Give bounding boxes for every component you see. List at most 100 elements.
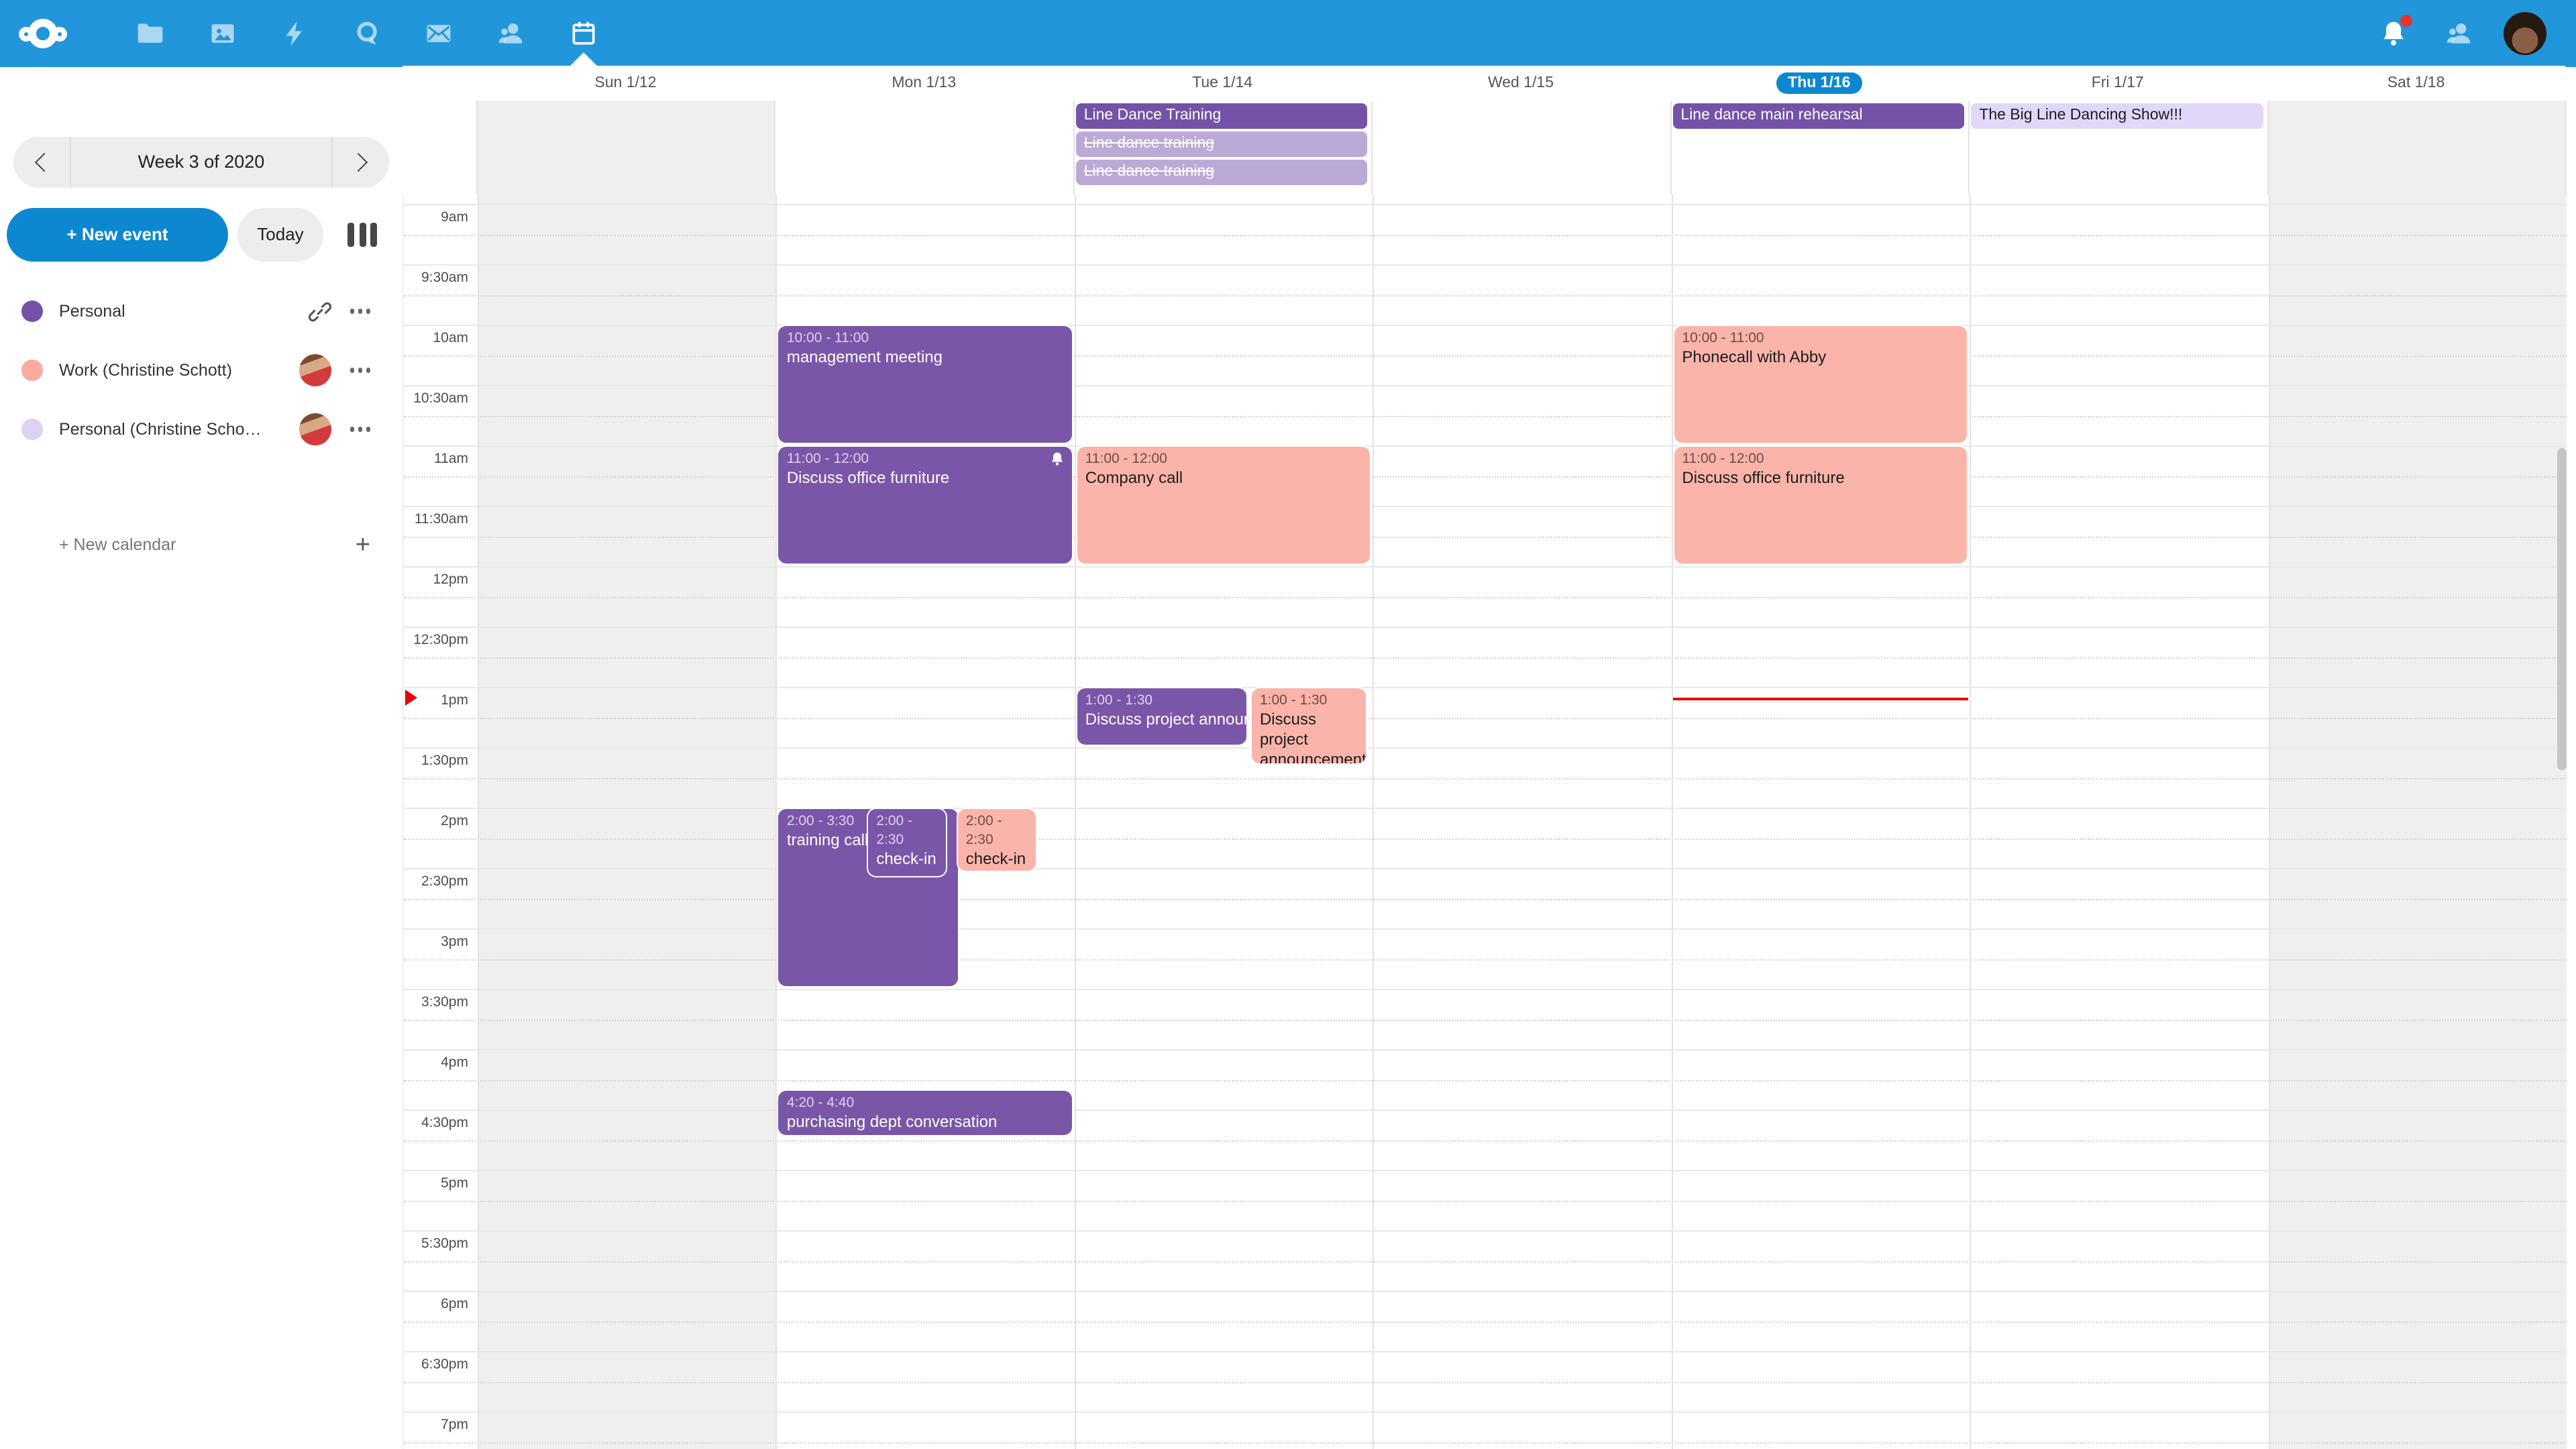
app-files-icon[interactable] xyxy=(136,19,165,48)
new-event-button[interactable]: + New event xyxy=(7,208,228,262)
calendar-color-dot xyxy=(21,360,43,381)
app-activity-icon[interactable] xyxy=(280,19,310,48)
active-app-pointer xyxy=(569,52,598,67)
time-label: 2pm xyxy=(404,813,468,829)
time-label: 9am xyxy=(404,209,468,225)
column-divider xyxy=(1073,101,1075,195)
day-column-tue[interactable] xyxy=(1075,195,1373,1449)
chevron-left-icon xyxy=(35,153,54,172)
time-label: 4:30pm xyxy=(404,1115,468,1131)
all-day-event[interactable]: Line Dance Training xyxy=(1076,103,1368,129)
day-header-thu[interactable]: Thu 1/16 xyxy=(1670,66,1968,101)
weekend-shading xyxy=(476,101,775,195)
time-label: 3:30pm xyxy=(404,994,468,1010)
event-time: 10:00 - 11:00 xyxy=(1682,329,1959,347)
event-time: 1:00 - 1:30 xyxy=(1260,691,1358,710)
column-divider xyxy=(476,101,478,195)
day-header-row: Sun 1/12Mon 1/13Tue 1/14Wed 1/15Thu 1/16… xyxy=(402,66,2565,102)
time-label: 4pm xyxy=(404,1055,468,1071)
shared-by-avatar xyxy=(299,354,331,386)
event[interactable]: 10:00 - 11:00management meeting xyxy=(779,326,1072,443)
event[interactable]: 11:00 - 12:00Discuss office furniture xyxy=(1674,447,1967,564)
day-column-wed[interactable] xyxy=(1373,195,1672,1449)
app-photos-icon[interactable] xyxy=(208,19,237,48)
calendar-list-item[interactable]: Personal (Christine Scho… xyxy=(0,400,402,459)
new-calendar-button[interactable]: + New calendar + xyxy=(0,518,402,572)
time-grid: 9am9:30am10am10:30am11am11:30am12pm12:30… xyxy=(402,195,2567,1449)
nextcloud-logo-icon[interactable] xyxy=(19,16,78,51)
event[interactable]: 4:20 - 4:40purchasing dept conversation xyxy=(779,1091,1072,1135)
event[interactable]: 11:00 - 12:00Discuss office furniture xyxy=(779,447,1072,564)
event-time: 10:00 - 11:00 xyxy=(787,329,1064,347)
all-day-row: Line Dance TrainingLine dance trainingLi… xyxy=(402,101,2565,197)
calendar-name: Work (Christine Schott) xyxy=(59,361,232,380)
day-header-sun[interactable]: Sun 1/12 xyxy=(476,66,775,101)
event[interactable]: 1:00 - 1:30Discuss project announcement xyxy=(1077,688,1246,745)
app-talk-icon[interactable] xyxy=(353,19,382,48)
time-label: 5pm xyxy=(404,1175,468,1191)
calendar-color-dot xyxy=(21,301,43,322)
time-label: 11am xyxy=(404,451,468,467)
all-day-event[interactable]: The Big Line Dancing Show!!! xyxy=(1971,103,2263,129)
share-link-icon[interactable] xyxy=(308,300,331,323)
current-time-arrow-icon xyxy=(405,689,417,705)
event[interactable]: 2:00 - 2:30check-in xyxy=(868,809,947,876)
user-avatar[interactable] xyxy=(2504,12,2546,55)
app-contacts-icon[interactable] xyxy=(496,19,526,48)
day-header-wed[interactable]: Wed 1/15 xyxy=(1372,66,1670,101)
weekend-shading xyxy=(2267,101,2565,195)
day-header-sat[interactable]: Sat 1/18 xyxy=(2267,66,2565,101)
day-header-tue[interactable]: Tue 1/14 xyxy=(1073,66,1372,101)
column-divider xyxy=(2267,101,2268,195)
time-label: 1:30pm xyxy=(404,753,468,769)
contacts-menu-icon[interactable] xyxy=(2445,19,2474,48)
calendar-item-actions xyxy=(308,295,370,327)
event-time: 11:00 - 12:00 xyxy=(1682,449,1959,468)
calendar-item-actions xyxy=(299,413,370,445)
day-header-fri[interactable]: Fri 1/17 xyxy=(1968,66,2267,101)
calendar-menu-button[interactable] xyxy=(350,354,370,386)
time-label: 6pm xyxy=(404,1296,468,1312)
day-column-sun[interactable] xyxy=(478,195,776,1449)
time-label: 11:30am xyxy=(404,511,468,527)
app-mail-icon[interactable] xyxy=(424,19,453,48)
time-label: 2:30pm xyxy=(404,873,468,890)
current-time-line xyxy=(1672,697,1968,700)
view-columns-icon[interactable] xyxy=(347,223,377,247)
time-label: 12:30pm xyxy=(404,632,468,648)
previous-week-button[interactable] xyxy=(13,137,70,188)
day-column-sat[interactable] xyxy=(2268,195,2567,1449)
event-title: Discuss project announcement xyxy=(1260,710,1358,763)
event-time: 11:00 - 12:00 xyxy=(1085,449,1362,468)
time-label: 6:30pm xyxy=(404,1356,468,1373)
new-calendar-label: + New calendar xyxy=(59,535,176,554)
event-title: Phonecall with Abby xyxy=(1682,347,1959,368)
reminder-bell-icon xyxy=(1049,451,1065,467)
calendar-menu-button[interactable] xyxy=(350,295,370,327)
app-calendar-icon[interactable] xyxy=(569,19,598,48)
calendar-list: Personal Work (Christine Schott) Personal … xyxy=(0,282,402,459)
calendar-list-item[interactable]: Personal xyxy=(0,282,402,341)
notifications-icon[interactable] xyxy=(2379,19,2408,48)
today-button[interactable]: Today xyxy=(237,208,323,262)
calendar-name: Personal xyxy=(59,302,125,321)
event[interactable]: 2:00 - 2:30check-in xyxy=(958,809,1036,871)
time-label: 9:30am xyxy=(404,270,468,286)
event[interactable]: 10:00 - 11:00Phonecall with Abby xyxy=(1674,326,1967,443)
all-day-event[interactable]: Line dance training xyxy=(1076,131,1368,157)
week-title[interactable]: Week 3 of 2020 xyxy=(70,137,333,188)
plus-icon: + xyxy=(356,532,370,557)
next-week-button[interactable] xyxy=(333,137,389,188)
event[interactable]: 1:00 - 1:30Discuss project announcement xyxy=(1252,688,1366,763)
event[interactable]: 11:00 - 12:00Company call xyxy=(1077,447,1371,564)
calendar-list-item[interactable]: Work (Christine Schott) xyxy=(0,341,402,400)
all-day-event[interactable]: Line dance main rehearsal xyxy=(1672,103,1964,129)
day-column-fri[interactable] xyxy=(1970,195,2268,1449)
calendar-menu-button[interactable] xyxy=(350,413,370,445)
vertical-scrollbar[interactable] xyxy=(2557,448,2567,770)
day-header-mon[interactable]: Mon 1/13 xyxy=(775,66,1073,101)
event-title: check-in xyxy=(876,849,938,869)
column-divider xyxy=(2565,101,2567,195)
time-label: 10am xyxy=(404,330,468,346)
all-day-event[interactable]: Line dance training xyxy=(1076,160,1368,185)
